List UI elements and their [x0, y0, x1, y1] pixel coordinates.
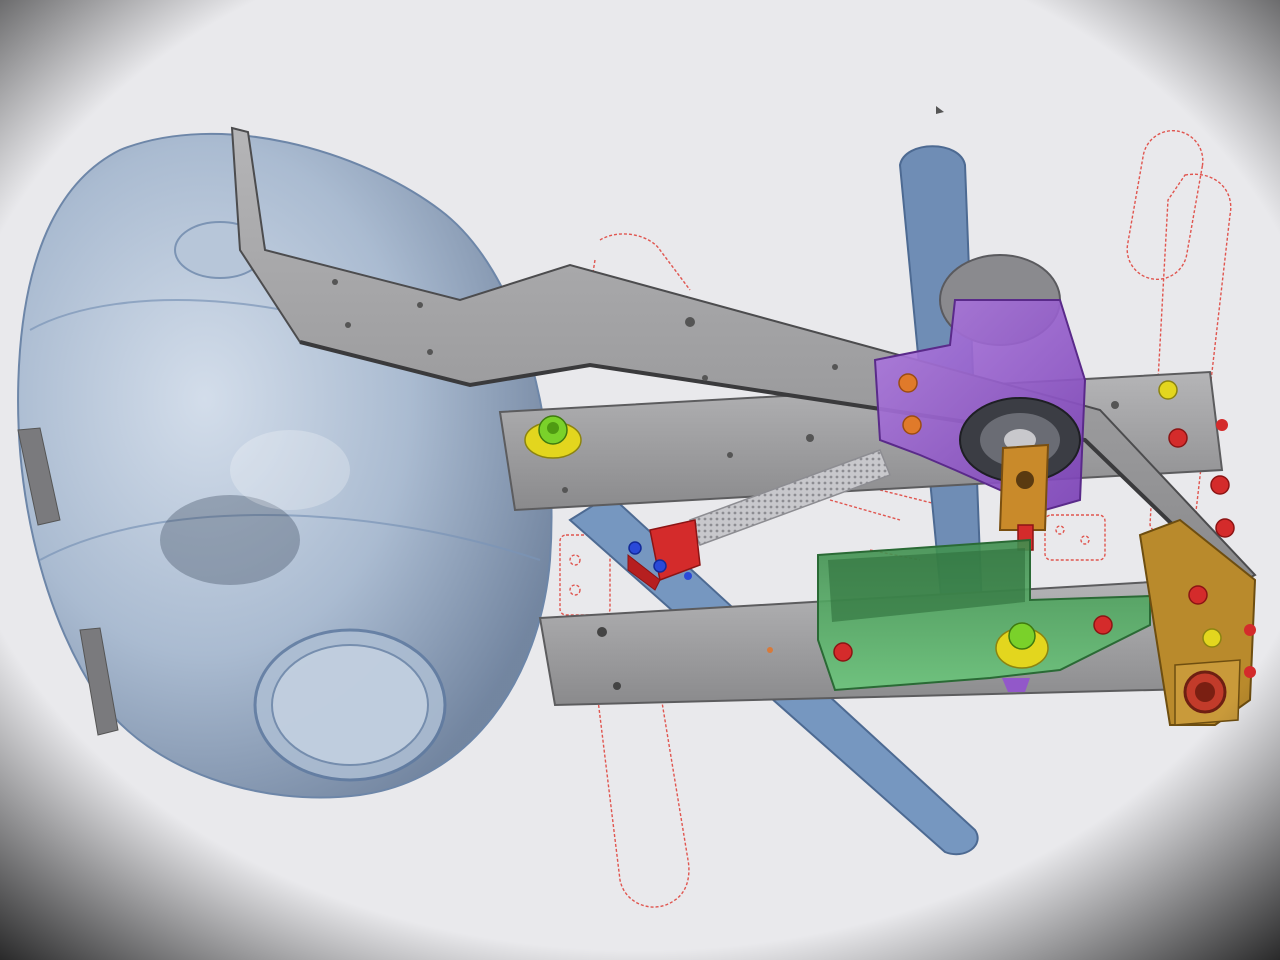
screen-vignette: [0, 0, 1280, 960]
cad-viewport[interactable]: [0, 0, 1280, 960]
cad-3d-model-view[interactable]: [0, 0, 1280, 960]
